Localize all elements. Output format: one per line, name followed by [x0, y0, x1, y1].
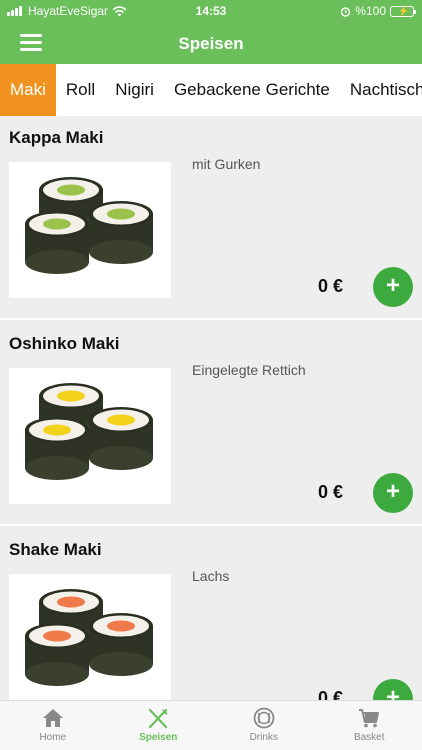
product-list[interactable]: Kappa Maki mit Gurken 0 € + Oshinko Maki…	[0, 116, 422, 700]
tab-maki[interactable]: Maki	[0, 64, 56, 116]
tab-nachtisch[interactable]: Nachtisch	[340, 64, 422, 116]
top-bar: HayatEveSigar 14:53 %100 ⚡ Speisen	[0, 0, 422, 64]
add-to-basket-button[interactable]: +	[373, 679, 413, 700]
app-header: Speisen	[0, 22, 422, 64]
product-description: Eingelegte Rettich	[192, 362, 306, 378]
product-description: Lachs	[192, 568, 230, 584]
tab-gebackene-gerichte[interactable]: Gebackene Gerichte	[164, 64, 340, 116]
product-name: Shake Maki	[9, 540, 102, 559]
category-tabs: Maki Roll Nigiri Gebackene Gerichte Nach…	[0, 64, 422, 116]
tab-nigiri[interactable]: Nigiri	[105, 64, 164, 116]
cutlery-icon	[149, 708, 168, 729]
cart-icon	[359, 709, 380, 728]
battery-icon: ⚡	[390, 5, 416, 17]
kappa-maki-image	[9, 162, 171, 298]
nav-drinks[interactable]: Drinks	[211, 701, 317, 750]
product-card: Shake Maki Lachs 0 € +	[0, 528, 422, 700]
home-icon	[42, 709, 63, 727]
product-price: 0 €	[318, 482, 344, 502]
plate-icon	[253, 707, 275, 729]
product-name: Kappa Maki	[9, 128, 104, 147]
product-price: 0 €	[318, 276, 344, 296]
tab-roll[interactable]: Roll	[56, 64, 105, 116]
page-title: Speisen	[178, 34, 244, 53]
oshinko-maki-image	[9, 368, 171, 504]
add-to-basket-button[interactable]: +	[373, 473, 413, 513]
battery-percent: %100	[355, 4, 386, 18]
product-description: mit Gurken	[192, 156, 261, 172]
bottom-nav: Home Speisen Drinks Basket	[0, 700, 422, 750]
add-to-basket-button[interactable]: +	[373, 267, 413, 307]
product-card: Oshinko Maki Eingelegte Rettich 0 € +	[0, 322, 422, 526]
alarm-icon	[341, 6, 351, 17]
product-card: Kappa Maki mit Gurken 0 € +	[0, 116, 422, 320]
product-price: 0 €	[318, 688, 344, 700]
charging-icon: ⚡	[398, 5, 410, 16]
nav-label: Speisen	[139, 732, 178, 743]
status-bar: HayatEveSigar 14:53 %100 ⚡	[0, 0, 422, 22]
product-name: Oshinko Maki	[9, 334, 120, 353]
nav-speisen[interactable]: Speisen	[106, 701, 212, 750]
nav-label: Basket	[353, 732, 385, 743]
nav-label: Home	[39, 732, 67, 743]
status-right: %100 ⚡	[340, 4, 416, 18]
nav-home[interactable]: Home	[0, 701, 106, 750]
shake-maki-image	[9, 574, 171, 700]
nav-label: Drinks	[249, 732, 278, 743]
nav-basket[interactable]: Basket	[317, 701, 422, 750]
